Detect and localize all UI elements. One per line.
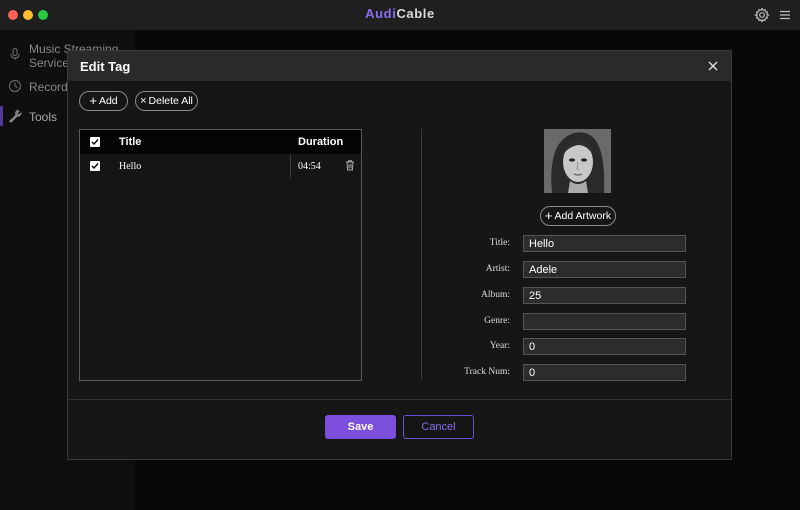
plus-icon: + bbox=[544, 208, 553, 223]
genre-field[interactable] bbox=[523, 313, 686, 330]
footer-divider bbox=[68, 399, 731, 400]
edit-tag-dialog: Edit Tag + Add × Delete All Title Duration… bbox=[67, 50, 732, 460]
artist-field[interactable] bbox=[523, 261, 686, 278]
year-label: Year: bbox=[489, 341, 510, 351]
add-button[interactable]: + Add bbox=[79, 91, 128, 111]
x-icon: × bbox=[140, 95, 147, 107]
column-header-title: Title bbox=[119, 136, 142, 148]
cancel-button[interactable]: Cancel bbox=[403, 415, 474, 439]
genre-label: Genre: bbox=[484, 316, 510, 326]
check-icon bbox=[91, 139, 99, 146]
title-label: Title: bbox=[489, 238, 510, 248]
artwork-image bbox=[544, 129, 611, 193]
track-num-field[interactable] bbox=[523, 364, 686, 381]
table-row[interactable]: Hello 04:54 bbox=[80, 154, 361, 178]
artist-label: Artist: bbox=[485, 264, 510, 274]
table-header: Title Duration bbox=[80, 130, 361, 154]
track-num-label: Track Num: bbox=[464, 367, 510, 377]
plus-icon: + bbox=[89, 93, 97, 108]
delete-all-button[interactable]: × Delete All bbox=[135, 91, 198, 111]
trash-icon[interactable] bbox=[345, 160, 355, 171]
menu-icon[interactable] bbox=[777, 7, 793, 23]
dialog-header: Edit Tag bbox=[68, 51, 731, 81]
title-bar: AudiCable bbox=[0, 0, 800, 30]
track-table: Title Duration Hello 04:54 bbox=[79, 129, 362, 381]
add-artwork-button[interactable]: + Add Artwork bbox=[540, 206, 616, 226]
album-artwork bbox=[544, 129, 611, 193]
row-checkbox[interactable] bbox=[90, 161, 100, 171]
panel-divider bbox=[421, 129, 422, 381]
gear-icon[interactable] bbox=[754, 7, 770, 23]
album-label: Album: bbox=[480, 290, 510, 300]
select-all-checkbox[interactable] bbox=[90, 137, 100, 147]
album-field[interactable] bbox=[523, 287, 686, 304]
title-field[interactable] bbox=[523, 235, 686, 252]
column-header-duration: Duration bbox=[298, 136, 344, 148]
column-divider bbox=[290, 154, 291, 178]
save-button[interactable]: Save bbox=[325, 415, 396, 439]
track-title: Hello bbox=[119, 161, 142, 172]
close-icon[interactable] bbox=[705, 58, 721, 74]
app-logo: AudiCable bbox=[365, 6, 435, 21]
track-duration: 04:54 bbox=[298, 161, 321, 172]
check-icon bbox=[91, 163, 99, 170]
dialog-title: Edit Tag bbox=[80, 59, 131, 74]
year-field[interactable] bbox=[523, 338, 686, 355]
